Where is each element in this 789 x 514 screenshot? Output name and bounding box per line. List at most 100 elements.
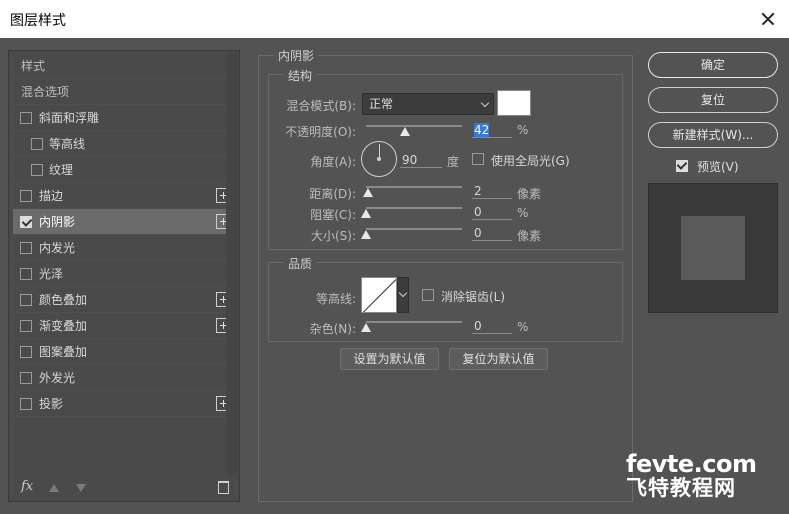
sidebar-item-label: 描边 (39, 189, 64, 203)
sidebar-item-label: 内阴影 (39, 215, 76, 229)
drop-shadow-checkbox[interactable] (20, 398, 32, 410)
sidebar-item-contour[interactable]: 等高线 (13, 131, 231, 157)
contour-preview[interactable] (361, 277, 397, 313)
reset-default-button[interactable]: 复位为默认值 (449, 348, 548, 370)
chevron-down-icon (398, 288, 408, 298)
close-icon[interactable] (755, 6, 781, 32)
sidebar-item-color-overlay[interactable]: 颜色叠加 (13, 287, 231, 313)
sidebar-item-blending-options[interactable]: 混合选项 (13, 79, 231, 105)
fx-icon[interactable]: fx (21, 479, 33, 494)
angle-dial[interactable] (361, 141, 397, 177)
sidebar-item-label: 光泽 (39, 267, 64, 281)
contour-dropdown[interactable] (397, 277, 409, 313)
move-up-icon[interactable] (49, 484, 59, 492)
choke-unit: % (517, 206, 529, 220)
noise-input[interactable]: 0 (472, 318, 512, 334)
style-list: 样式 混合选项 斜面和浮雕 等高线 纹理 描边 内阴影 内发光 光泽 颜色叠加 … (13, 53, 231, 417)
gradient-overlay-checkbox[interactable] (20, 320, 32, 332)
style-preview (648, 183, 778, 313)
set-default-button[interactable]: 设置为默认值 (340, 348, 439, 370)
style-list-scrollbar[interactable] (226, 53, 238, 475)
antialias-label: 消除锯齿(L) (441, 290, 506, 304)
style-preview-swatch (681, 216, 745, 280)
sidebar-item-label: 外发光 (39, 371, 76, 385)
noise-slider[interactable] (366, 321, 462, 323)
choke-input[interactable]: 0 (472, 204, 512, 220)
inner-shadow-checkbox[interactable] (20, 216, 32, 228)
noise-unit: % (517, 320, 529, 334)
distance-slider-thumb[interactable] (363, 188, 373, 197)
bevel-emboss-checkbox[interactable] (20, 112, 32, 124)
watermark-line1: fevte.com (626, 450, 757, 478)
distance-label: 距离(D): (309, 187, 356, 201)
sidebar-item-bevel-emboss[interactable]: 斜面和浮雕 (13, 105, 231, 131)
angle-label: 角度(A): (310, 155, 356, 169)
satin-checkbox[interactable] (20, 268, 32, 280)
stroke-checkbox[interactable] (20, 190, 32, 202)
inner-glow-checkbox[interactable] (20, 242, 32, 254)
size-unit: 像素 (517, 229, 542, 243)
sidebar-item-label: 投影 (39, 397, 64, 411)
antialias-checkbox[interactable] (422, 289, 434, 301)
color-overlay-checkbox[interactable] (20, 294, 32, 306)
window-title: 图层样式 (10, 13, 66, 29)
trash-icon[interactable] (218, 481, 229, 494)
sidebar-item-label: 渐变叠加 (39, 319, 88, 333)
contour-checkbox[interactable] (31, 138, 43, 150)
blend-mode-value: 正常 (369, 97, 394, 111)
move-down-icon[interactable] (76, 484, 86, 492)
size-input[interactable]: 0 (472, 225, 512, 241)
opacity-unit: % (517, 123, 529, 137)
opacity-input[interactable]: 42 (472, 122, 512, 138)
outer-glow-checkbox[interactable] (20, 372, 32, 384)
sidebar-item-inner-glow[interactable]: 内发光 (13, 235, 231, 261)
noise-slider-thumb[interactable] (361, 323, 371, 332)
distance-unit: 像素 (517, 187, 542, 201)
noise-label: 杂色(N): (309, 322, 356, 336)
sidebar-item-label: 图案叠加 (39, 345, 88, 359)
sidebar-item-pattern-overlay[interactable]: 图案叠加 (13, 339, 231, 365)
distance-slider[interactable] (366, 186, 462, 188)
sidebar-item-label: 内发光 (39, 241, 76, 255)
sidebar-item-outer-glow[interactable]: 外发光 (13, 365, 231, 391)
watermark: fevte.com 飞特教程网 (626, 452, 782, 500)
new-style-button[interactable]: 新建样式(W)... (648, 122, 778, 148)
angle-unit: 度 (447, 155, 460, 169)
distance-input[interactable]: 2 (472, 183, 512, 199)
size-label: 大小(S): (310, 229, 356, 243)
panel-title: 内阴影 (274, 47, 319, 64)
sidebar-item-gradient-overlay[interactable]: 渐变叠加 (13, 313, 231, 339)
pattern-overlay-checkbox[interactable] (20, 346, 32, 358)
choke-slider[interactable] (366, 207, 462, 209)
ok-button[interactable]: 确定 (648, 52, 778, 78)
sidebar-item-satin[interactable]: 光泽 (13, 261, 231, 287)
size-slider[interactable] (366, 228, 462, 230)
choke-slider-thumb[interactable] (361, 209, 371, 218)
blend-mode-select[interactable]: 正常 (362, 93, 494, 115)
texture-checkbox[interactable] (31, 164, 43, 176)
title-bar: 图层样式 (0, 0, 789, 38)
opacity-slider-thumb[interactable] (400, 127, 410, 136)
sidebar-item-label: 斜面和浮雕 (39, 111, 100, 125)
sidebar-item-texture[interactable]: 纹理 (13, 157, 231, 183)
sidebar-item-drop-shadow[interactable]: 投影 (13, 391, 231, 417)
sidebar-item-label: 样式 (21, 59, 46, 73)
sidebar-item-styles[interactable]: 样式 (13, 53, 231, 79)
sidebar-item-stroke[interactable]: 描边 (13, 183, 231, 209)
sidebar-item-inner-shadow[interactable]: 内阴影 (13, 209, 231, 235)
opacity-slider[interactable] (366, 125, 462, 127)
contour-label: 等高线: (315, 292, 356, 306)
preview-checkbox[interactable] (676, 160, 688, 172)
chevron-down-icon (480, 98, 490, 108)
shadow-color-swatch[interactable] (497, 90, 531, 116)
size-slider-thumb[interactable] (361, 230, 371, 239)
structure-title: 结构 (284, 67, 317, 84)
sidebar-item-label: 混合选项 (21, 85, 70, 99)
preview-label: 预览(V) (697, 160, 739, 174)
blend-mode-label: 混合模式(B): (286, 99, 356, 113)
global-light-label: 使用全局光(G) (491, 154, 570, 168)
angle-input[interactable]: 90 (400, 152, 442, 168)
reset-button[interactable]: 复位 (648, 87, 778, 113)
choke-label: 阻塞(C): (310, 208, 356, 222)
global-light-checkbox[interactable] (472, 153, 484, 165)
